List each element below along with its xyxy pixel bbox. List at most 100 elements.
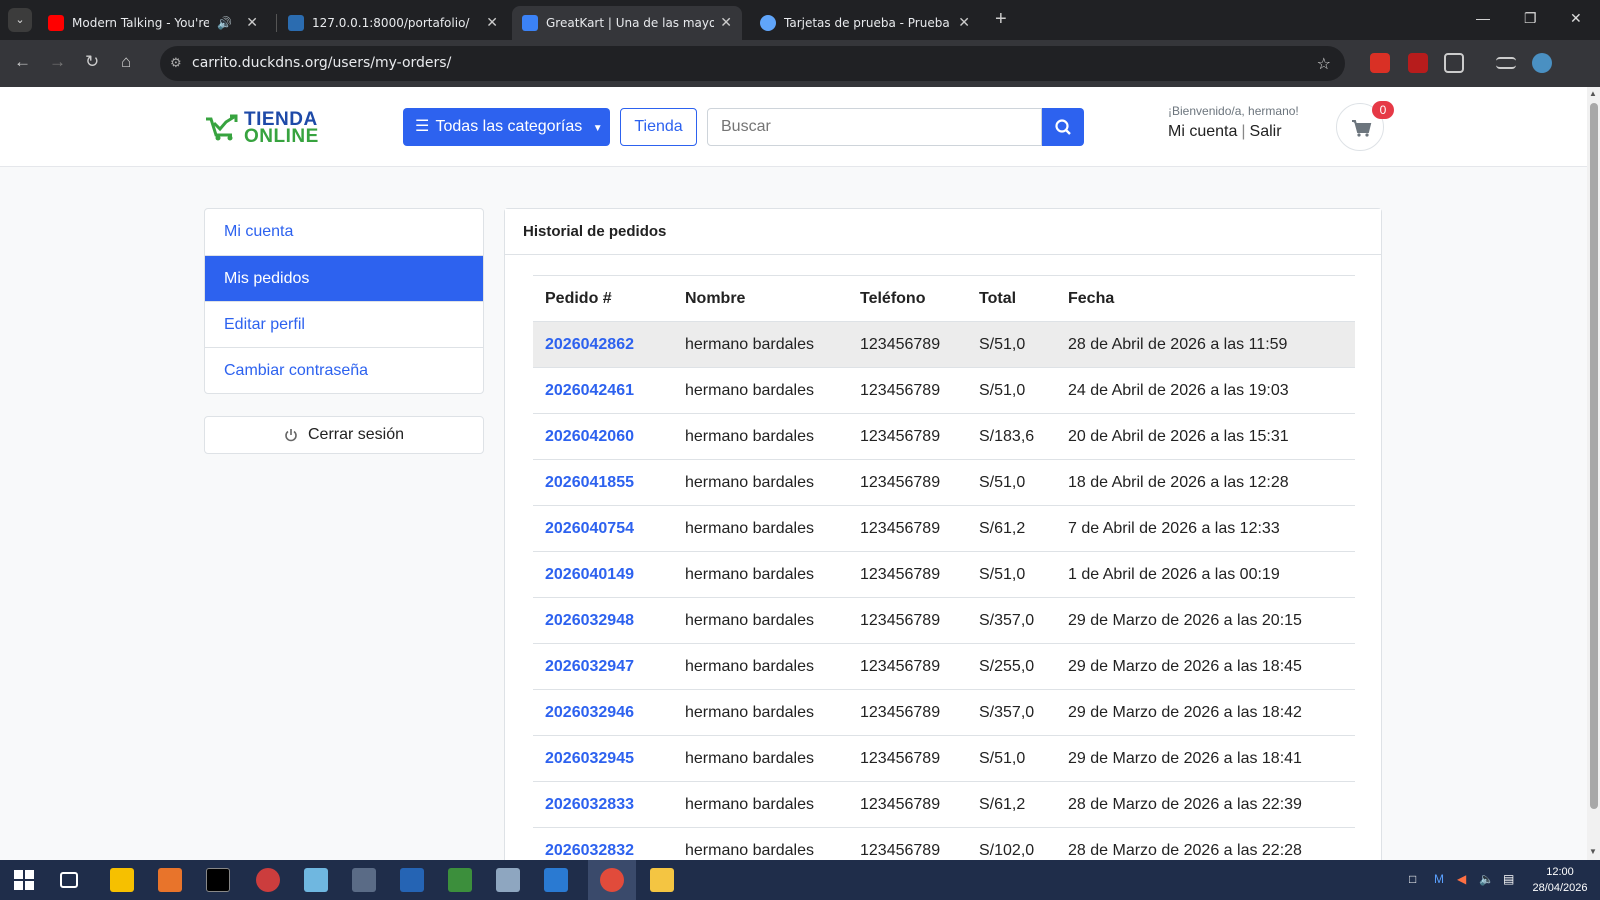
logout-link[interactable]: Salir (1250, 123, 1282, 140)
close-icon[interactable]: ✕ (720, 15, 732, 31)
extension-icon[interactable] (1408, 53, 1428, 73)
close-window-button[interactable]: ✕ (1570, 10, 1582, 27)
customer-name-cell: hermano bardales (685, 566, 814, 583)
tab-modern-talking[interactable]: Modern Talking - You're My 🔊 ✕ (38, 6, 268, 40)
tab-tarjetas[interactable]: Tarjetas de prueba - Prueba de ✕ (750, 6, 980, 40)
tab-title: Modern Talking - You're My (72, 16, 210, 30)
terminal-icon[interactable] (206, 868, 230, 892)
phone-cell: 123456789 (860, 750, 941, 767)
order-number-link[interactable]: 2026032945 (545, 736, 634, 781)
system-clock[interactable]: 12:00 28/04/2026 (1528, 864, 1592, 896)
close-icon[interactable]: ✕ (486, 15, 498, 31)
order-number-link[interactable]: 2026042862 (545, 322, 634, 367)
bookmark-star-icon[interactable]: ☆ (1317, 46, 1331, 81)
search-button[interactable] (1042, 108, 1084, 146)
order-number-link[interactable]: 2026032833 (545, 782, 634, 827)
tab-search-button[interactable]: ⌄ (8, 8, 32, 32)
windows-start-icon[interactable] (12, 868, 36, 892)
site-info-icon[interactable]: ⚙ (170, 46, 182, 81)
windows-taskbar: □ M ◀ 🔈 ▤ 12:00 28/04/2026 (0, 860, 1600, 900)
sidebar-item-mi-cuenta[interactable]: Mi cuenta (205, 209, 483, 255)
menu-icon: ☰ (415, 118, 430, 135)
scroll-up-arrow[interactable]: ▲ (1589, 89, 1597, 98)
sidebar-item-cambiar-contrasena[interactable]: Cambiar contraseña (205, 347, 483, 393)
logout-button[interactable]: Cerrar sesión (204, 416, 484, 454)
puzzle-icon[interactable] (1444, 53, 1464, 73)
close-icon[interactable]: ✕ (958, 15, 970, 31)
chrome-icon[interactable] (600, 868, 624, 892)
order-number-link[interactable]: 2026032948 (545, 598, 634, 643)
url-bar[interactable]: ⚙ carrito.duckdns.org/users/my-orders/ ☆ (160, 46, 1345, 81)
tienda-button[interactable]: Tienda (620, 108, 697, 146)
vscode-icon[interactable] (544, 868, 568, 892)
file-explorer-icon[interactable] (650, 868, 674, 892)
back-button[interactable]: ← (14, 52, 31, 72)
phone-cell: 123456789 (860, 382, 941, 399)
table-row: 2026032948 hermano bardales 123456789 S/357… (533, 598, 1355, 644)
sticky-notes-icon[interactable] (110, 868, 134, 892)
remote-desktop-icon[interactable] (496, 868, 520, 892)
sidebar-item-editar-perfil[interactable]: Editar perfil (205, 301, 483, 347)
extension-icon[interactable] (1370, 53, 1390, 73)
media-icon[interactable] (1496, 57, 1516, 69)
phone-cell: 123456789 (860, 566, 941, 583)
total-cell: S/61,2 (979, 520, 1026, 537)
order-number-link[interactable]: 2026032946 (545, 690, 634, 735)
welcome-text: ¡Bienvenido/a, hermano! (1168, 104, 1299, 118)
profile-avatar[interactable] (1532, 53, 1552, 73)
page-scrollbar[interactable]: ▲ ▼ (1587, 87, 1600, 860)
powershell-icon[interactable] (400, 868, 424, 892)
search-input[interactable] (707, 108, 1042, 146)
media-player-icon[interactable] (158, 868, 182, 892)
scroll-down-arrow[interactable]: ▼ (1589, 847, 1597, 856)
my-account-link[interactable]: Mi cuenta (1168, 123, 1237, 140)
order-number-link[interactable]: 2026032947 (545, 644, 634, 689)
tab-portafolio[interactable]: 127.0.0.1:8000/portafolio/ ✕ (278, 6, 508, 40)
volume-muted-icon[interactable]: ◀ (1457, 872, 1466, 886)
total-cell: S/255,0 (979, 658, 1035, 675)
malwarebytes-icon[interactable]: M (1434, 872, 1444, 886)
order-number-link[interactable]: 2026042060 (545, 414, 634, 459)
minimize-button[interactable]: — (1476, 10, 1490, 26)
close-icon[interactable]: ✕ (246, 15, 258, 31)
store-logo[interactable]: TIENDA ONLINE (204, 109, 324, 147)
restore-button[interactable]: ❐ (1524, 10, 1537, 27)
sidebar-item-mis-pedidos[interactable]: Mis pedidos (205, 255, 483, 301)
paint-icon[interactable] (256, 868, 280, 892)
tab-greatkart[interactable]: GreatKart | Una de las mayores ✕ (512, 6, 742, 40)
notepad-icon[interactable] (304, 868, 328, 892)
order-number-link[interactable]: 2026042461 (545, 368, 634, 413)
order-number-link[interactable]: 2026041855 (545, 460, 634, 505)
date-cell: 28 de Abril de 2026 a las 11:59 (1068, 336, 1288, 353)
site-header: TIENDA ONLINE ☰ Todas las categorías ▼ T… (0, 87, 1587, 167)
logout-label: Cerrar sesión (307, 426, 405, 443)
scrollbar-thumb[interactable] (1590, 103, 1598, 809)
network-icon[interactable]: ▤ (1503, 872, 1514, 886)
notification-icon[interactable]: □ (1409, 872, 1416, 886)
table-row: 2026040149 hermano bardales 123456789 S/51,… (533, 552, 1355, 598)
speaker-icon[interactable]: 🔊 (217, 16, 232, 30)
clock-date: 28/04/2026 (1532, 882, 1588, 894)
date-cell: 7 de Abril de 2026 a las 12:33 (1068, 520, 1280, 537)
column-header: Nombre (685, 290, 746, 307)
search-icon (1055, 119, 1071, 135)
reload-button[interactable]: ↻ (85, 52, 99, 72)
categories-label: Todas las categorías (435, 118, 583, 135)
speaker-icon[interactable]: 🔈 (1479, 872, 1494, 886)
calculator-icon[interactable] (352, 868, 376, 892)
task-view-icon[interactable] (60, 872, 78, 888)
forward-button[interactable]: → (49, 52, 66, 72)
order-number-link[interactable]: 2026040149 (545, 552, 634, 597)
spreadsheet-icon[interactable] (448, 868, 472, 892)
new-tab-button[interactable]: + (995, 8, 1007, 31)
table-row: 2026032947 hermano bardales 123456789 S/255… (533, 644, 1355, 690)
caret-down-icon: ▼ (592, 123, 603, 134)
order-number-link[interactable]: 2026040754 (545, 506, 634, 551)
table-row: 2026042461 hermano bardales 123456789 S/51,… (533, 368, 1355, 414)
customer-name-cell: hermano bardales (685, 658, 814, 675)
categories-dropdown-button[interactable]: ☰ Todas las categorías ▼ (403, 108, 610, 146)
cart-count-badge: 0 (1372, 101, 1394, 119)
customer-name-cell: hermano bardales (685, 428, 814, 445)
home-button[interactable]: ⌂ (121, 52, 131, 72)
column-header: Pedido # (545, 290, 612, 307)
